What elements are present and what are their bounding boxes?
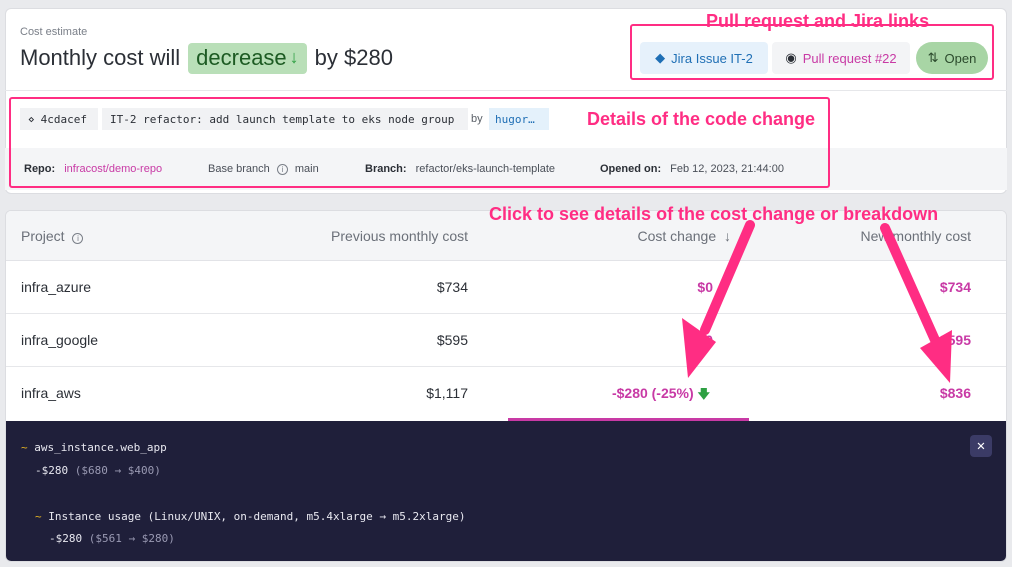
new-cost[interactable]: $836	[940, 385, 971, 401]
details-highlight-box	[9, 97, 830, 188]
cost-breakdown-panel: ~ aws_instance.web_app -$280 ($680 → $40…	[6, 421, 1006, 561]
project-header-label: Project	[21, 228, 65, 244]
table-row[interactable]: infra_google $595 $0 $595	[6, 314, 1006, 367]
project-name: infra_azure	[21, 279, 92, 295]
previous-cost: $595	[436, 332, 468, 348]
tilde-marker: ~	[21, 441, 28, 454]
jira-issue-label: Jira Issue IT-2	[671, 50, 753, 66]
pr-status-label: Open	[944, 50, 977, 66]
project-column-header[interactable]: Project i	[21, 228, 87, 244]
projects-table: Project i Previous monthly cost Cost cha…	[5, 210, 1007, 562]
pull-request-label: Pull request #22	[802, 50, 897, 66]
breakdown-resource: ~ aws_instance.web_app	[21, 441, 167, 454]
new-cost[interactable]: $734	[940, 279, 971, 295]
table-row[interactable]: infra_aws $1,117 -$280 (-25%) 🡇 $836	[6, 367, 1006, 420]
headline-prefix: Monthly cost will	[20, 45, 181, 70]
table-row[interactable]: infra_azure $734 $0 $734	[6, 261, 1006, 314]
decrease-label: decrease	[196, 44, 287, 70]
cost-change[interactable]: $0	[697, 279, 713, 295]
cost-headline: Monthly cost will decrease ↓ by $280	[20, 41, 393, 75]
info-icon[interactable]: i	[72, 233, 84, 244]
breakdown-resource-cost: -$280 ($680 → $400)	[35, 464, 161, 477]
component-range: ($561 → $280)	[88, 532, 175, 545]
previous-cost: $734	[436, 279, 468, 295]
cost-change-header-label: Cost change	[637, 228, 717, 244]
resource-delta: -$280	[35, 464, 69, 477]
cost-estimate-label: Cost estimate	[20, 26, 88, 38]
sort-down-icon[interactable]: ↓	[724, 228, 731, 244]
cost-change: -$280 (-25%)	[611, 385, 694, 401]
divider	[5, 90, 1007, 91]
previous-cost: $1,117	[426, 385, 468, 401]
project-name: infra_aws	[21, 385, 81, 401]
breakdown-component: ~ Instance usage (Linux/UNIX, on-demand,…	[35, 510, 465, 523]
new-cost-column-header[interactable]: New monthly cost	[861, 228, 971, 244]
arrow-down-icon: ↓	[289, 47, 299, 67]
component-delta: -$280	[49, 532, 83, 545]
component-name: Instance usage (Linux/UNIX, on-demand, m…	[48, 510, 466, 523]
previous-cost-column-header[interactable]: Previous monthly cost	[331, 228, 468, 244]
cost-change[interactable]: $0	[697, 332, 713, 348]
tilde-marker: ~	[35, 510, 42, 523]
pull-request-button[interactable]: ◉ Pull request #22	[772, 42, 910, 74]
pull-request-icon: ⇅	[927, 50, 939, 65]
new-cost[interactable]: $595	[940, 332, 971, 348]
decrease-pill: decrease ↓	[188, 42, 307, 74]
close-icon[interactable]: ✕	[970, 435, 992, 457]
annotation-click: Click to see details of the cost change …	[489, 204, 939, 224]
github-icon: ◉	[785, 50, 797, 65]
resource-name: aws_instance.web_app	[34, 441, 167, 454]
pr-status-badge: ⇅ Open	[916, 42, 988, 74]
headline-amount: by $280	[314, 45, 393, 70]
cost-change-cell[interactable]: -$280 (-25%) 🡇	[612, 385, 710, 406]
breakdown-component-cost: -$280 ($561 → $280)	[49, 532, 175, 545]
arrow-down-icon: 🡇	[697, 387, 710, 401]
annotation-links: Pull request and Jira links	[706, 11, 930, 31]
resource-range: ($680 → $400)	[74, 464, 161, 477]
jira-icon: ◆	[655, 50, 666, 65]
project-name: infra_google	[21, 332, 99, 348]
cost-change-column-header[interactable]: Cost change ↓	[638, 228, 732, 244]
jira-issue-button[interactable]: ◆ Jira Issue IT-2	[640, 42, 768, 74]
